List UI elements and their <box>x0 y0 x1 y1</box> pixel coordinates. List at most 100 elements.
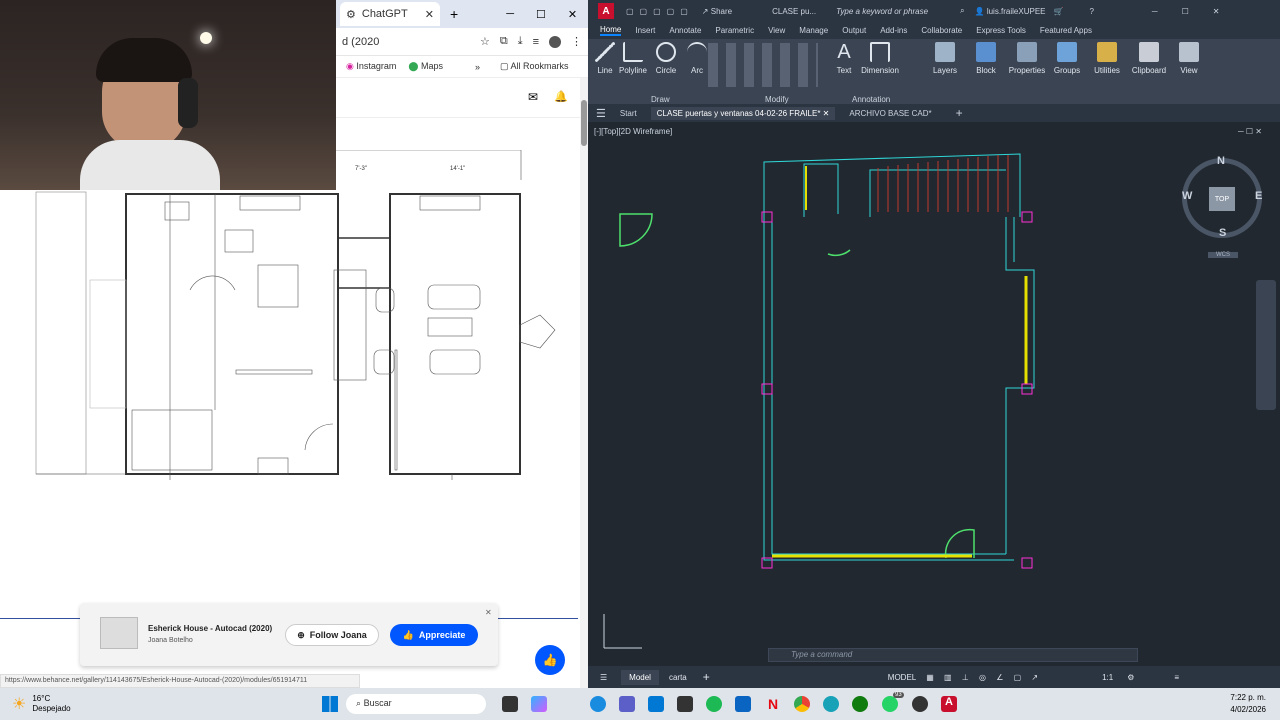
block-tool[interactable]: Block <box>967 42 1005 75</box>
tab-home[interactable]: Home <box>600 25 622 36</box>
follow-button[interactable]: ⊕ Follow Joana <box>285 624 379 646</box>
compass-south[interactable]: S <box>1219 227 1226 239</box>
copilot-icon[interactable] <box>531 696 547 712</box>
layout-tab-carta[interactable]: carta <box>669 673 687 682</box>
card-title[interactable]: Esherick House - Autocad (2020) <box>148 624 272 633</box>
new-layout-icon[interactable]: + <box>703 670 710 684</box>
customize-icon[interactable]: ≡ <box>1174 673 1179 682</box>
download-icon[interactable]: ⤓ <box>518 35 523 48</box>
taskbar-search[interactable]: ⌕ Buscar <box>346 694 486 714</box>
draw-panel-label[interactable]: Draw <box>651 95 670 104</box>
doc-tab-active[interactable]: CLASE puertas y ventanas 04-02-26 FRAILE… <box>650 106 836 120</box>
close-doc-icon[interactable]: ✕ <box>823 109 830 118</box>
layers-tool[interactable]: Layers <box>926 42 964 75</box>
app-menu-icon[interactable]: ☰ <box>596 107 606 120</box>
user-account[interactable]: 👤 luis.fraileXUPEE <box>975 7 1046 16</box>
status-toggles[interactable]: ▦ ▥ ⊥ ◎ ∠ ▢ ↗ <box>926 673 1042 682</box>
bookmark-instagram[interactable]: ◉ Instagram <box>346 61 396 72</box>
teams-icon[interactable] <box>619 696 635 712</box>
tab-annotate[interactable]: Annotate <box>669 26 701 35</box>
search-icon[interactable]: ⌕ <box>960 6 964 16</box>
tab-parametric[interactable]: Parametric <box>715 26 754 35</box>
notification-bell-icon[interactable]: 🔔 <box>554 90 568 103</box>
maximize-icon[interactable]: ☐ <box>536 8 546 21</box>
doc-tab-base[interactable]: ARCHIVO BASE CAD* <box>849 109 931 118</box>
browser-scrollbar[interactable] <box>580 78 588 688</box>
modify-panel-label[interactable]: Modify <box>765 95 789 104</box>
menu-icon[interactable]: ⋮ <box>571 35 582 48</box>
drawing-canvas[interactable]: [-][Top][2D Wireframe] ─ ☐ ✕ N S W E TOP… <box>588 122 1280 666</box>
search-input[interactable]: Type a keyword or phrase <box>836 7 956 16</box>
close-tab-icon[interactable]: ✕ <box>425 8 434 21</box>
xbox-icon[interactable] <box>852 696 868 712</box>
compass-north[interactable]: N <box>1217 155 1225 167</box>
autocad-logo-icon[interactable]: A <box>598 3 614 19</box>
annotation-panel-label[interactable]: Annotation <box>852 95 890 104</box>
help-icon[interactable]: ? <box>1089 7 1093 16</box>
appreciate-button[interactable]: 👍 Appreciate <box>390 624 478 646</box>
windows-start-icon[interactable] <box>322 696 338 712</box>
cad-maximize-icon[interactable]: ☐ <box>1182 7 1189 16</box>
viewcube-top[interactable]: TOP <box>1209 187 1235 211</box>
outlook-icon[interactable] <box>735 696 751 712</box>
doc-tab-start[interactable]: Start <box>620 109 637 118</box>
edge-icon[interactable] <box>590 696 606 712</box>
tab-express-tools[interactable]: Express Tools <box>976 26 1026 35</box>
whatsapp-icon[interactable] <box>882 696 898 712</box>
quick-access-icons[interactable]: ▢▢▢▢▢ <box>626 7 694 16</box>
autocad-taskbar-icon[interactable]: A <box>941 696 957 712</box>
tab-insert[interactable]: Insert <box>635 26 655 35</box>
navigation-bar[interactable] <box>1256 280 1276 410</box>
recorder-icon[interactable] <box>912 696 928 712</box>
vpn-icon[interactable] <box>823 696 839 712</box>
new-doc-icon[interactable]: + <box>956 106 963 120</box>
minimize-icon[interactable]: ─ <box>506 8 514 20</box>
browser-scroll-thumb[interactable] <box>581 100 587 146</box>
compass-west[interactable]: W <box>1182 190 1192 202</box>
cad-close-icon[interactable]: ✕ <box>1213 7 1220 16</box>
extension-icon[interactable]: ⧉ <box>500 35 508 48</box>
clipboard-tool[interactable]: Clipboard <box>1128 42 1170 75</box>
dimension-tool[interactable]: Dimension <box>858 42 902 75</box>
compass-east[interactable]: E <box>1255 190 1262 202</box>
tab-addins[interactable]: Add-ins <box>880 26 907 35</box>
weather-widget[interactable]: 16°C Despejado <box>32 694 70 714</box>
bookmark-maps[interactable]: ⬤ Maps <box>408 61 443 72</box>
view-tool[interactable]: View <box>1170 42 1208 75</box>
settings-icon[interactable]: ⚙ <box>1127 673 1134 682</box>
weather-icon[interactable]: ☀ <box>12 694 26 714</box>
utilities-tool[interactable]: Utilities <box>1088 42 1126 75</box>
card-close-icon[interactable]: ✕ <box>485 608 492 617</box>
bookmarks-overflow-icon[interactable]: » <box>475 62 480 72</box>
properties-tool[interactable]: Properties <box>1006 42 1048 75</box>
floating-appreciate-button[interactable]: 👍 <box>535 645 565 675</box>
layout-menu-icon[interactable]: ☰ <box>600 673 607 682</box>
dark-app-icon[interactable] <box>677 696 693 712</box>
tab-output[interactable]: Output <box>842 26 866 35</box>
model-space-toggle[interactable]: MODEL <box>888 673 916 682</box>
store-icon[interactable] <box>648 696 664 712</box>
tab-collaborate[interactable]: Collaborate <box>921 26 962 35</box>
layout-tab-model[interactable]: Model <box>621 669 659 685</box>
modify-tools-grid[interactable] <box>708 43 818 87</box>
viewcube[interactable]: N S W E TOP <box>1182 155 1262 239</box>
task-view-icon[interactable] <box>502 696 518 712</box>
cart-icon[interactable]: 🛒 <box>1054 7 1064 16</box>
new-tab-icon[interactable]: + <box>450 6 458 22</box>
netflix-icon[interactable]: N <box>765 696 781 712</box>
command-line[interactable]: Type a command <box>768 648 1138 662</box>
share-button[interactable]: ↗ Share <box>702 7 732 16</box>
tab-featured-apps[interactable]: Featured Apps <box>1040 26 1092 35</box>
groups-tool[interactable]: Groups <box>1048 42 1086 75</box>
wcs-label[interactable]: WCS <box>1208 252 1238 258</box>
all-bookmarks[interactable]: ▢ All Rookmarks <box>500 61 569 72</box>
clock[interactable]: 7:22 p. m. 4/02/2026 <box>1196 692 1266 716</box>
tab-search-icon[interactable]: ≡ <box>533 36 539 48</box>
spotify-icon[interactable] <box>706 696 722 712</box>
profile-avatar[interactable] <box>549 35 561 48</box>
tab-manage[interactable]: Manage <box>799 26 828 35</box>
cad-minimize-icon[interactable]: ─ <box>1152 7 1158 16</box>
card-thumbnail[interactable] <box>100 617 138 649</box>
tab-view[interactable]: View <box>768 26 785 35</box>
card-author[interactable]: Joana Botelho <box>148 637 193 644</box>
